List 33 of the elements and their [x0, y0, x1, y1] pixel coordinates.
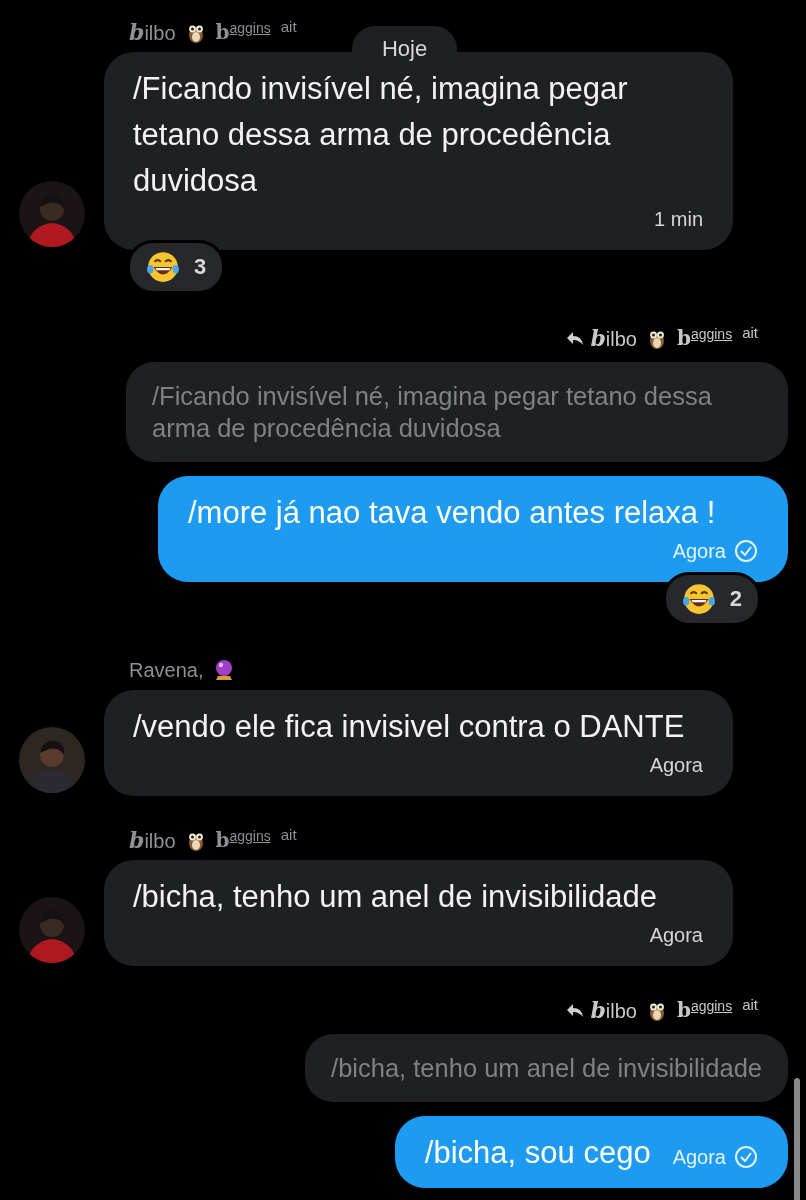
sender-name: b$^{aggins}$	[676, 998, 733, 1022]
sender-name: bilbo	[590, 325, 637, 351]
message-text: /vendo ele fica invisivel contra o DANTE	[133, 708, 685, 746]
message-time: Agora	[649, 753, 703, 778]
sender-name: bilbo	[590, 997, 637, 1023]
sender-name: ait	[742, 324, 758, 341]
crystal-ball-icon	[213, 658, 234, 682]
sender-name: Ravena,	[129, 658, 204, 682]
sender-name: b$^{aggins}$	[676, 326, 733, 350]
message-time: Agora	[672, 1145, 726, 1170]
scrollbar[interactable]	[794, 1078, 800, 1200]
reaction-count: 3	[194, 254, 207, 280]
sender-name: ait	[280, 826, 297, 843]
laughing-emoji-icon	[681, 582, 716, 616]
sender-name: ait	[280, 18, 297, 35]
laughing-emoji-icon	[146, 250, 180, 284]
reply-arrow-icon	[566, 1002, 585, 1018]
message-text: /more já nao tava vendo antes relaxa !	[188, 494, 716, 532]
sender-name: b$^{aggins}$	[215, 828, 271, 852]
sender-name: ait	[742, 996, 758, 1013]
quoted-message: /Ficando invisível né, imagina pegar tetano dessa arma de procedência duvidosa	[126, 362, 788, 462]
sender-name: bilbo	[129, 827, 176, 853]
sender-name: b$^{aggins}$	[215, 20, 271, 44]
reaction-count: 2	[729, 586, 742, 612]
message-text: /Ficando invisível né, imagina pegar tetano dessa arma de procedência duvidosa	[133, 70, 629, 200]
message-time: 1 min	[654, 207, 703, 232]
sender-name: bilbo	[129, 19, 176, 45]
quoted-message: /bicha, tenho um anel de invisibilidade	[305, 1034, 788, 1102]
message-time: Agora	[649, 923, 703, 948]
message-time: Agora	[672, 539, 726, 564]
message-text: /bicha, sou cego	[424, 1134, 651, 1172]
message-text: /bicha, tenho um anel de invisibilidade	[133, 878, 657, 916]
reply-arrow-icon	[566, 330, 585, 346]
